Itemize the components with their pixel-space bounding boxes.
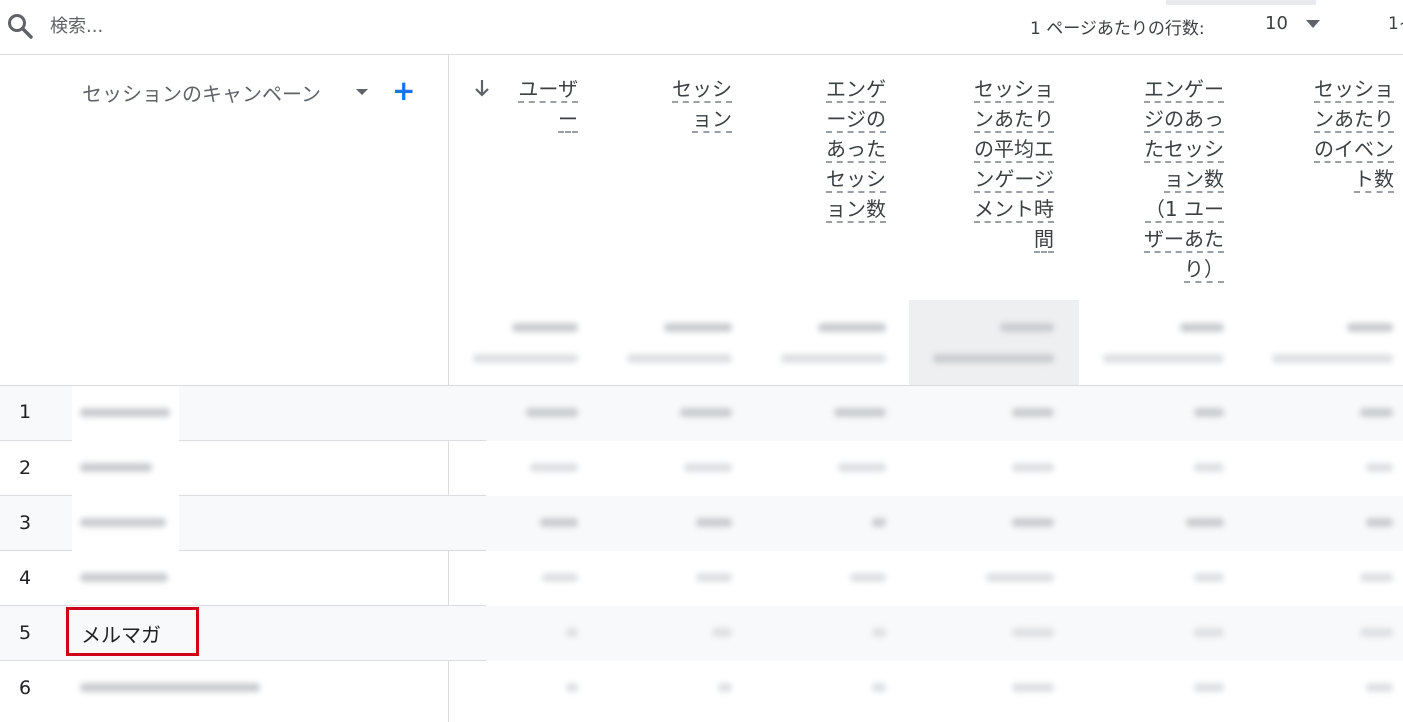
metric-value-redacted xyxy=(1366,683,1393,692)
table-row[interactable] xyxy=(0,606,1403,661)
search-icon[interactable] xyxy=(6,12,34,40)
page-range: 1~ xyxy=(1388,14,1403,34)
metric-header-label: エンゲー ジのあっ たセッシ ョン数 （1 ユー ザーあた り） xyxy=(1144,77,1224,283)
total-percent xyxy=(1272,354,1393,363)
metric-header-users[interactable]: ユーザ ー xyxy=(518,74,578,134)
metric-value-redacted xyxy=(542,573,578,582)
campaign-name-redacted xyxy=(80,683,260,692)
metric-value-redacted xyxy=(684,463,732,472)
metric-value-redacted xyxy=(1194,408,1224,417)
metric-value-redacted xyxy=(1012,628,1054,637)
metric-value-redacted xyxy=(526,408,578,417)
metric-value-redacted xyxy=(872,628,886,637)
table-toolbar: 検索... 1 ページあたりの行数: 10 1~ xyxy=(0,0,1403,55)
metric-header-engaged-sessions[interactable]: エンゲ ージの あった セッシ ョン数 xyxy=(826,74,886,224)
metric-value-redacted xyxy=(696,518,732,527)
search-input[interactable]: 検索... xyxy=(50,12,103,38)
metric-value-redacted xyxy=(850,573,886,582)
total-value xyxy=(818,323,886,332)
metric-header-label: ユーザ ー xyxy=(518,77,578,133)
metric-value-redacted xyxy=(1012,463,1054,472)
row-number: 1 xyxy=(19,401,32,423)
metric-value-redacted xyxy=(872,683,886,692)
metric-value-redacted xyxy=(872,518,886,527)
dimension-header[interactable]: セッションのキャンペーン xyxy=(82,78,321,107)
row-number: 6 xyxy=(19,677,32,699)
sort-descending-icon[interactable] xyxy=(474,78,490,98)
campaign-name-redacted xyxy=(80,573,168,582)
metric-value-redacted xyxy=(1012,683,1054,692)
total-percent xyxy=(1103,354,1224,363)
row-number: 3 xyxy=(19,512,32,534)
metric-header-label: エンゲ ージの あった セッシ ョン数 xyxy=(826,77,886,223)
metric-value-redacted xyxy=(1366,463,1393,472)
totals-highlight xyxy=(909,300,1079,386)
campaign-name-redacted xyxy=(80,518,166,527)
total-value xyxy=(1180,323,1224,332)
metric-value-redacted xyxy=(680,408,732,417)
add-dimension-button[interactable]: + xyxy=(392,76,415,106)
campaign-name-redacted xyxy=(80,408,170,417)
metric-value-redacted xyxy=(1194,463,1224,472)
highlight-annotation xyxy=(66,607,199,656)
metric-header-label: セッショ ンあたり のイベン ト数 xyxy=(1314,77,1394,193)
metric-header-events-per-session[interactable]: セッショ ンあたり のイベン ト数 xyxy=(1314,74,1394,194)
metric-value-redacted xyxy=(696,573,732,582)
metric-value-redacted xyxy=(986,573,1054,582)
row-number: 2 xyxy=(19,457,32,479)
total-percent xyxy=(627,354,732,363)
metric-header-label: セッショ ンあたり の平均エ ンゲージ メント時 間 xyxy=(974,77,1054,253)
metric-value-redacted xyxy=(1194,683,1224,692)
metric-value-redacted xyxy=(838,463,886,472)
metric-value-redacted xyxy=(540,518,578,527)
metric-value-redacted xyxy=(1360,408,1393,417)
total-percent xyxy=(473,354,578,363)
metric-value-redacted xyxy=(1366,518,1393,527)
total-value xyxy=(664,323,732,332)
total-percent xyxy=(781,354,886,363)
metric-header-sessions[interactable]: セッシ ョン xyxy=(672,74,732,134)
campaign-name-redacted xyxy=(80,463,152,472)
metric-value-redacted xyxy=(1012,518,1054,527)
rows-per-page-label: 1 ページあたりの行数: xyxy=(1030,19,1205,39)
metric-value-redacted xyxy=(712,628,732,637)
metric-value-redacted xyxy=(566,683,578,692)
toolbar-divider xyxy=(1166,0,1316,5)
metric-value-redacted xyxy=(1360,573,1393,582)
total-value xyxy=(1000,323,1054,332)
metric-value-redacted xyxy=(1186,518,1224,527)
total-value xyxy=(1347,323,1393,332)
metric-value-redacted xyxy=(1012,408,1054,417)
metric-header-avg-engagement-time[interactable]: セッショ ンあたり の平均エ ンゲージ メント時 間 xyxy=(974,74,1054,254)
metric-header-engaged-sessions-per-user[interactable]: エンゲー ジのあっ たセッシ ョン数 （1 ユー ザーあた り） xyxy=(1144,74,1224,284)
total-value xyxy=(512,323,578,332)
total-percent xyxy=(933,354,1054,363)
metric-value-redacted xyxy=(530,463,578,472)
row-number: 4 xyxy=(19,567,32,589)
rows-per-page-select[interactable]: 10 xyxy=(1265,13,1288,34)
metric-header-label: セッシ ョン xyxy=(672,77,732,133)
dimension-dropdown-icon[interactable] xyxy=(356,89,368,95)
metric-value-redacted xyxy=(834,408,886,417)
chevron-down-icon[interactable] xyxy=(1306,20,1320,28)
metric-value-redacted xyxy=(566,628,578,637)
metric-value-redacted xyxy=(718,683,732,692)
row-number: 5 xyxy=(19,622,32,644)
metric-value-redacted xyxy=(1194,628,1224,637)
metric-value-redacted xyxy=(1360,628,1393,637)
metric-value-redacted xyxy=(1194,573,1224,582)
